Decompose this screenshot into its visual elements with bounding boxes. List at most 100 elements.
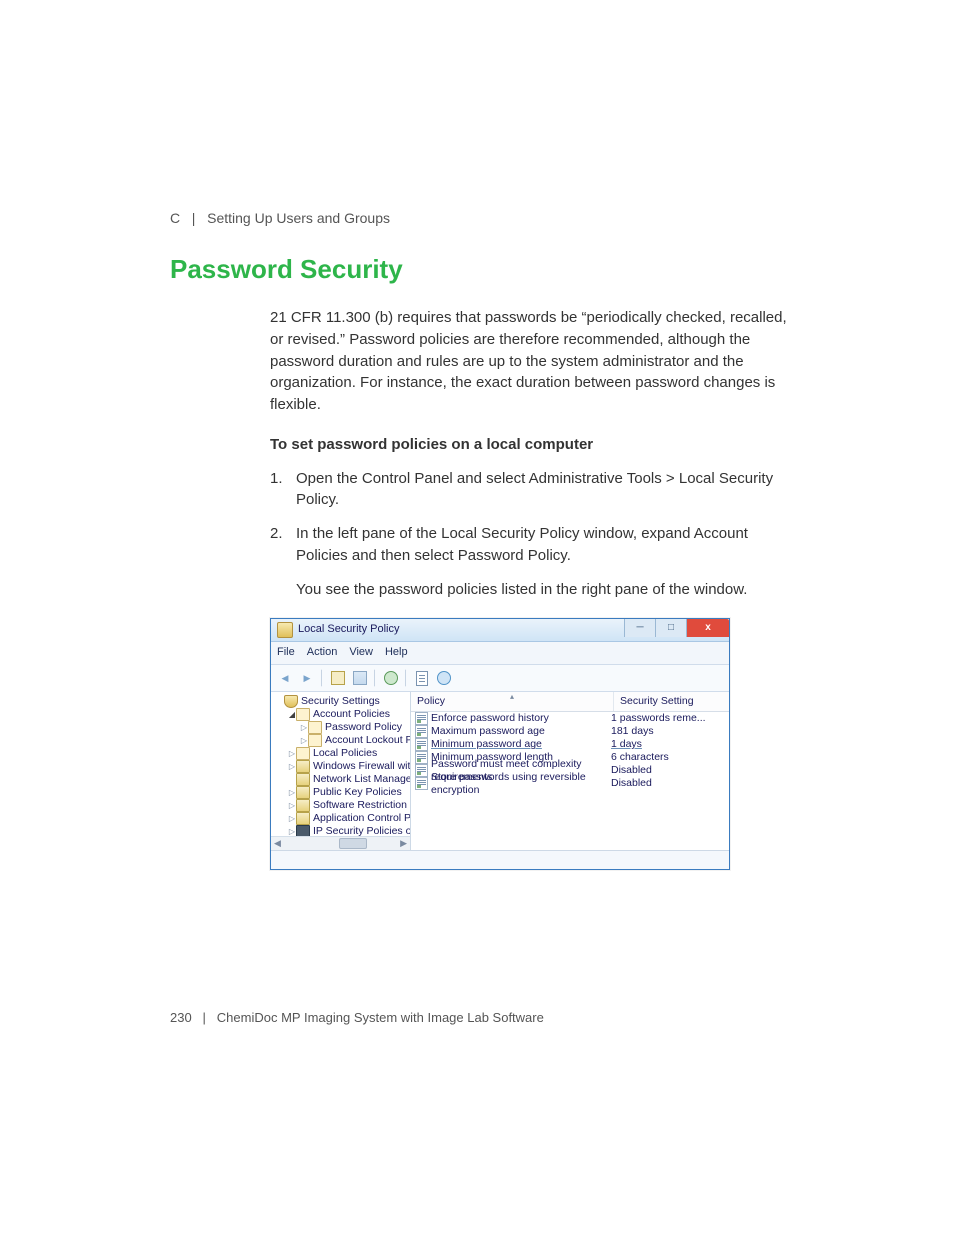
grid-icon bbox=[353, 671, 367, 685]
tree-item[interactable]: Software Restriction Policies bbox=[274, 799, 410, 812]
policy-row[interactable]: Enforce password history1 passwords reme… bbox=[411, 712, 729, 725]
step: 1. Open the Control Panel and select Adm… bbox=[270, 468, 790, 512]
menu-help[interactable]: Help bbox=[385, 645, 408, 661]
statusbar bbox=[271, 850, 729, 869]
up-button[interactable] bbox=[328, 668, 348, 688]
horizontal-scrollbar[interactable]: ◀▶ bbox=[271, 836, 410, 850]
refresh-icon bbox=[384, 671, 398, 685]
tree-item-label: Local Policies bbox=[313, 747, 377, 760]
tree-item[interactable]: Public Key Policies bbox=[274, 786, 410, 799]
forward-button[interactable] bbox=[297, 668, 317, 688]
policy-icon bbox=[415, 712, 428, 725]
step-text: In the left pane of the Local Security P… bbox=[296, 523, 790, 567]
expand-icon[interactable] bbox=[300, 721, 308, 734]
tree-item-label: Application Control Policies bbox=[313, 812, 411, 825]
column-header-policy[interactable]: ▴ Policy bbox=[411, 692, 614, 711]
running-header: C | Setting Up Users and Groups bbox=[170, 210, 854, 226]
expand-icon[interactable] bbox=[288, 786, 296, 799]
tree-item[interactable]: Local Policies bbox=[274, 747, 410, 760]
page-footer: 230 | ChemiDoc MP Imaging System with Im… bbox=[170, 1010, 544, 1025]
folder-icon bbox=[296, 760, 310, 773]
menu-action[interactable]: Action bbox=[307, 645, 338, 661]
export-button[interactable] bbox=[412, 668, 432, 688]
step-number: 2. bbox=[270, 523, 296, 567]
separator bbox=[405, 669, 408, 687]
menu-view[interactable]: View bbox=[349, 645, 373, 661]
policy-icon bbox=[415, 738, 428, 751]
titlebar[interactable]: Local Security Policy ─ □ x bbox=[271, 619, 729, 642]
scroll-thumb[interactable] bbox=[339, 838, 367, 849]
step-number: 1. bbox=[270, 468, 296, 512]
scroll-icon bbox=[308, 721, 322, 734]
step: 2. In the left pane of the Local Securit… bbox=[270, 523, 790, 567]
tree-item[interactable]: Password Policy bbox=[274, 721, 410, 734]
tree-pane[interactable]: Security SettingsAccount PoliciesPasswor… bbox=[271, 692, 411, 850]
separator bbox=[321, 669, 324, 687]
scroll-icon bbox=[296, 747, 310, 760]
procedure-heading: To set password policies on a local comp… bbox=[270, 434, 790, 456]
tree-item[interactable]: Security Settings bbox=[274, 695, 410, 708]
list-pane[interactable]: ▴ Policy Security Setting Enforce passwo… bbox=[411, 692, 729, 850]
scroll-right-icon[interactable]: ▶ bbox=[400, 837, 407, 850]
expand-icon[interactable] bbox=[300, 734, 308, 747]
tree-item[interactable]: Account Lockout Policy bbox=[274, 734, 410, 747]
step-text: Open the Control Panel and select Admini… bbox=[296, 468, 790, 512]
expand-icon[interactable] bbox=[288, 747, 296, 760]
tree-item-label: Password Policy bbox=[325, 721, 402, 734]
policy-setting: 6 characters bbox=[605, 751, 729, 764]
expand-icon[interactable] bbox=[288, 812, 296, 825]
close-button[interactable]: x bbox=[686, 619, 729, 637]
tree-item-label: Network List Manager Policies bbox=[313, 773, 411, 786]
runhead-text: Setting Up Users and Groups bbox=[207, 210, 390, 226]
expand-icon[interactable] bbox=[288, 799, 296, 812]
policy-setting: 1 passwords reme... bbox=[605, 712, 729, 725]
properties-button[interactable] bbox=[350, 668, 370, 688]
policy-setting: Disabled bbox=[605, 764, 729, 777]
column-header-setting[interactable]: Security Setting bbox=[614, 692, 729, 711]
tree-item-label: Account Policies bbox=[313, 708, 390, 721]
expand-icon[interactable] bbox=[288, 760, 296, 773]
folder-icon bbox=[296, 773, 310, 786]
runhead-letter: C bbox=[170, 210, 180, 226]
policy-icon bbox=[415, 751, 428, 764]
intro-paragraph: 21 CFR 11.300 (b) requires that password… bbox=[270, 307, 790, 416]
policy-row[interactable]: Minimum password age1 days bbox=[411, 738, 729, 751]
back-button[interactable] bbox=[275, 668, 295, 688]
minimize-button[interactable]: ─ bbox=[624, 619, 655, 637]
separator bbox=[374, 669, 377, 687]
folder-icon bbox=[296, 812, 310, 825]
footer-sep: | bbox=[203, 1010, 206, 1025]
tree-item[interactable]: Network List Manager Policies bbox=[274, 773, 410, 786]
tree-item[interactable]: Application Control Policies bbox=[274, 812, 410, 825]
refresh-button[interactable] bbox=[381, 668, 401, 688]
scroll-left-icon[interactable]: ◀ bbox=[274, 837, 281, 850]
help-icon bbox=[437, 671, 451, 685]
collapse-icon[interactable] bbox=[288, 708, 296, 721]
policy-icon bbox=[415, 725, 428, 738]
policy-row[interactable]: Maximum password age181 days bbox=[411, 725, 729, 738]
folder-icon bbox=[296, 799, 310, 812]
folder-up-icon bbox=[331, 671, 345, 685]
policy-icon bbox=[415, 764, 428, 777]
policy-row[interactable]: Store passwords using reversible encrypt… bbox=[411, 777, 729, 790]
policy-name: Store passwords using reversible encrypt… bbox=[431, 771, 605, 797]
toolbar bbox=[271, 665, 729, 692]
sort-ascending-icon: ▴ bbox=[510, 691, 514, 703]
menubar: File Action View Help bbox=[271, 642, 729, 665]
tree-item[interactable]: Account Policies bbox=[274, 708, 410, 721]
local-security-policy-window: Local Security Policy ─ □ x File Action … bbox=[270, 618, 730, 870]
policy-name: Minimum password age bbox=[431, 738, 542, 751]
policy-setting: Disabled bbox=[605, 777, 729, 790]
document-icon bbox=[416, 671, 428, 686]
tree-item-label: Windows Firewall with Advanc bbox=[313, 760, 411, 773]
runhead-sep: | bbox=[192, 210, 196, 226]
tree-item[interactable]: Windows Firewall with Advanc bbox=[274, 760, 410, 773]
menu-file[interactable]: File bbox=[277, 645, 295, 661]
page-number: 230 bbox=[170, 1010, 192, 1025]
window-title: Local Security Policy bbox=[298, 622, 400, 638]
tree-item-label: Software Restriction Policies bbox=[313, 799, 411, 812]
help-button[interactable] bbox=[434, 668, 454, 688]
scroll-icon bbox=[296, 708, 310, 721]
footer-text: ChemiDoc MP Imaging System with Image La… bbox=[217, 1010, 544, 1025]
maximize-button[interactable]: □ bbox=[655, 619, 686, 637]
